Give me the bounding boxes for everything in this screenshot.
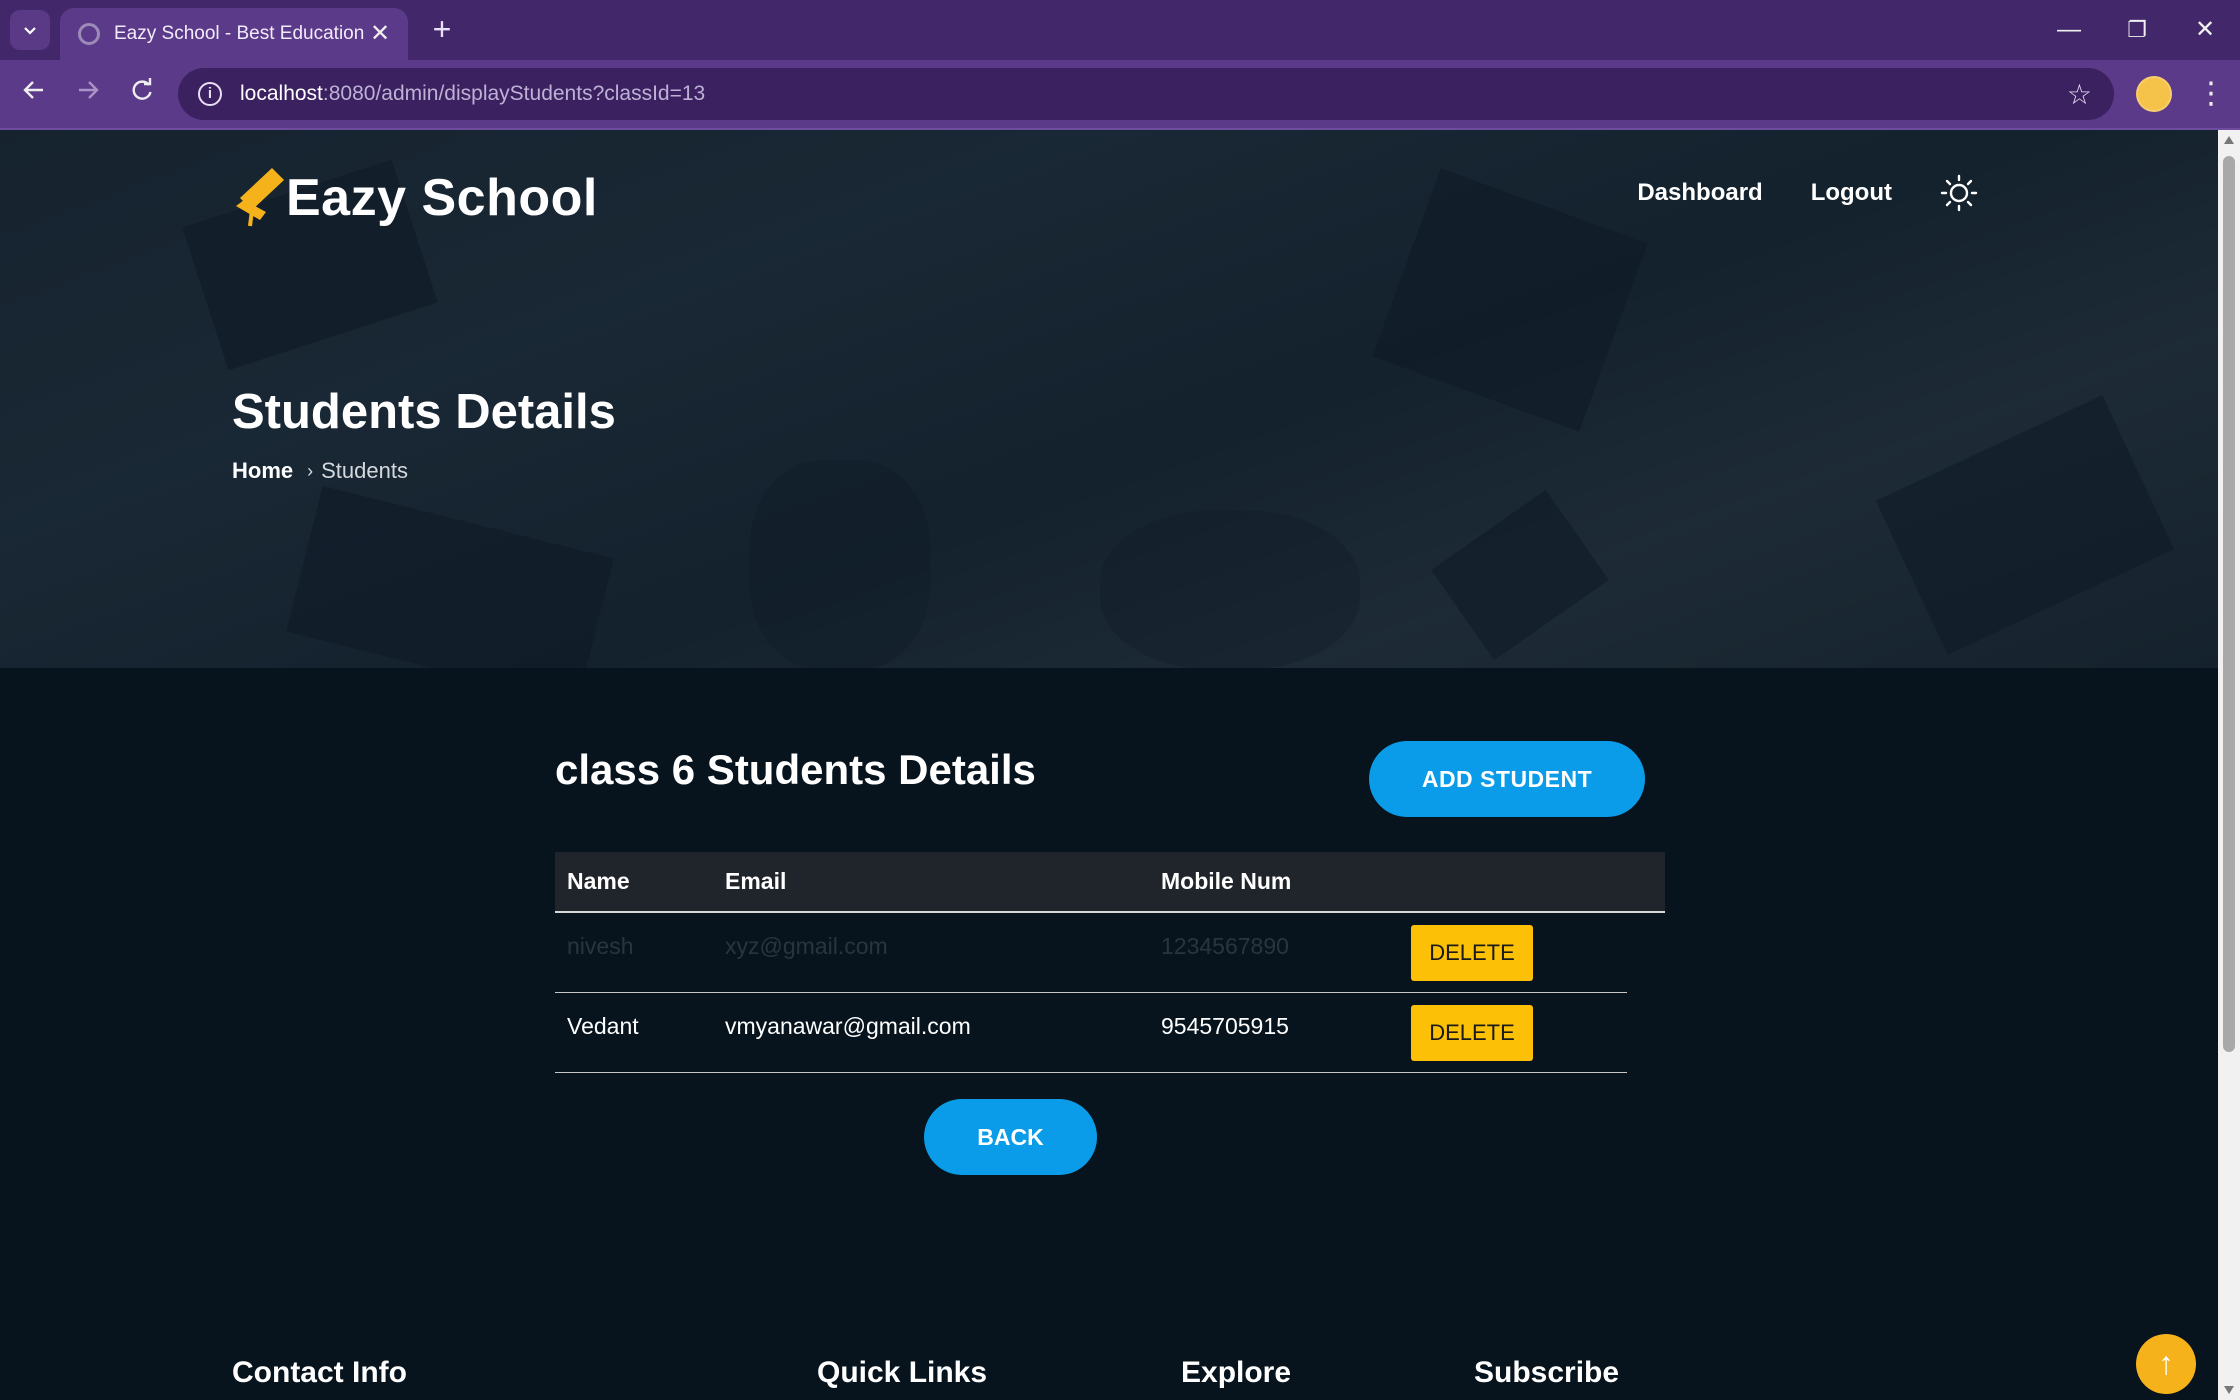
url-text: localhost:8080/admin/displayStudents?cla…: [240, 82, 706, 105]
cell-spacer: [1627, 992, 1665, 1072]
cell-spacer: [1627, 912, 1665, 992]
minimize-button[interactable]: —: [2044, 10, 2094, 50]
table-header-row: Name Email Mobile Num: [555, 852, 1665, 913]
nav-dashboard-link[interactable]: Dashboard: [1637, 179, 1762, 207]
column-header-mobile: Mobile Num: [1149, 852, 1399, 913]
address-bar[interactable]: i localhost:8080/admin/displayStudents?c…: [178, 68, 2114, 120]
column-header-actions: [1399, 852, 1627, 913]
cell-email: vmyanawar@gmail.com: [713, 992, 1149, 1073]
site-info-icon[interactable]: i: [198, 82, 222, 106]
globe-icon: [78, 23, 100, 45]
table-row: nivesh xyz@gmail.com 1234567890 DELETE: [555, 912, 1665, 993]
hero-banner: Eazy School Dashboard Logout Students De…: [0, 130, 2218, 668]
cell-mobile: 9545705915: [1149, 992, 1399, 1073]
footer-heading-quick-links: Quick Links: [817, 1356, 988, 1389]
students-table: Name Email Mobile Num nivesh xyz@gmail.c…: [555, 852, 1665, 1073]
browser-tab[interactable]: Eazy School - Best Educational Institute…: [60, 8, 408, 60]
cell-actions: DELETE: [1399, 912, 1627, 993]
browser-toolbar: i localhost:8080/admin/displayStudents?c…: [0, 60, 2240, 130]
column-header-name: Name: [555, 852, 713, 913]
breadcrumb-separator-icon: ›: [307, 460, 314, 481]
chevron-down-icon: [24, 27, 36, 35]
back-arrow-icon[interactable]: [14, 74, 54, 114]
cell-name: Vedant: [555, 992, 713, 1073]
cell-mobile: 1234567890: [1149, 912, 1399, 993]
footer-heading-explore: Explore: [1181, 1356, 1292, 1389]
breadcrumb: Home › Students: [232, 458, 408, 484]
delete-student-button[interactable]: DELETE: [1411, 1004, 1533, 1061]
tab-close-button[interactable]: ✕: [366, 20, 394, 48]
forward-arrow-icon[interactable]: [68, 74, 108, 114]
site-logo[interactable]: Eazy School: [232, 164, 598, 228]
page-scrollbar[interactable]: [2218, 130, 2240, 1400]
column-header-email: Email: [713, 852, 1149, 913]
kebab-menu-icon[interactable]: ⋮: [2196, 74, 2226, 114]
table-row: Vedant vmyanawar@gmail.com 9545705915 DE…: [555, 992, 1665, 1073]
page-title: Students Details: [232, 385, 616, 439]
main-nav: Dashboard Logout: [1637, 174, 1978, 212]
add-student-button[interactable]: ADD STUDENT: [1369, 741, 1645, 817]
sun-theme-toggle-icon[interactable]: [1940, 174, 1978, 212]
scrollbar-thumb[interactable]: [2223, 156, 2235, 1052]
scroll-to-top-button[interactable]: ↑: [2136, 1334, 2196, 1394]
page-viewport: Eazy School Dashboard Logout Students De…: [0, 130, 2218, 1400]
footer-heading-contact: Contact Info: [232, 1356, 407, 1389]
breadcrumb-home-link[interactable]: Home: [232, 458, 293, 484]
profile-avatar[interactable]: [2136, 76, 2172, 112]
breadcrumb-current: Students: [321, 458, 408, 483]
new-tab-button[interactable]: +: [424, 12, 460, 48]
cell-email: xyz@gmail.com: [713, 912, 1149, 993]
column-header-spacer: [1627, 852, 1665, 913]
scroll-up-arrow-icon[interactable]: [2224, 136, 2234, 144]
tab-title: Eazy School - Best Educational Institute: [114, 23, 364, 44]
nav-logout-link[interactable]: Logout: [1811, 179, 1892, 207]
browser-chrome: Eazy School - Best Educational Institute…: [0, 0, 2240, 130]
back-button[interactable]: BACK: [924, 1099, 1097, 1175]
reload-icon[interactable]: [122, 74, 162, 114]
bookmark-star-icon[interactable]: ☆: [2067, 78, 2092, 111]
tab-search-button[interactable]: [10, 10, 50, 50]
graduation-cap-icon: [232, 164, 292, 228]
footer-heading-subscribe: Subscribe: [1474, 1356, 1620, 1389]
logo-text: Eazy School: [286, 169, 598, 227]
tab-strip: Eazy School - Best Educational Institute…: [0, 0, 2240, 60]
close-window-button[interactable]: ✕: [2180, 10, 2230, 50]
restore-button[interactable]: ❐: [2112, 10, 2162, 50]
scroll-down-arrow-icon[interactable]: [2224, 1386, 2234, 1394]
delete-student-button[interactable]: DELETE: [1411, 925, 1533, 981]
cell-actions: DELETE: [1399, 992, 1627, 1073]
cell-name: nivesh: [555, 912, 713, 993]
section-title: class 6 Students Details: [555, 746, 1036, 793]
